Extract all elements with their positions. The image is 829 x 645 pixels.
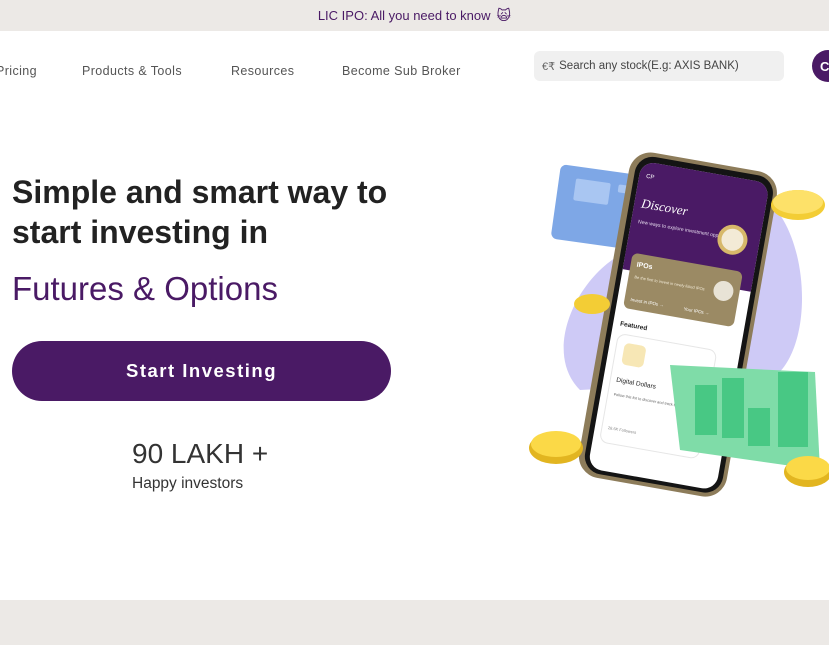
hero-illustration: CP Discover New ways to explore investme… — [529, 152, 829, 497]
nav-item-products-tools[interactable]: Products & Tools — [82, 64, 182, 78]
currency-icon: €₹ — [542, 60, 556, 73]
card-emoji-icon — [621, 343, 646, 368]
coin-icon — [574, 294, 610, 314]
start-investing-button[interactable]: Start Investing — [12, 341, 391, 401]
hero-title: Simple and smart way to start investing … — [12, 174, 388, 250]
footer-band — [0, 600, 829, 645]
search-placeholder: Search any stock(E.g: AXIS BANK) — [559, 60, 739, 72]
screaming-face-icon: 🙀 — [496, 7, 512, 23]
hero-subtitle: Futures & Options — [12, 270, 278, 307]
nav-item-become-sub-broker[interactable]: Become Sub Broker — [342, 64, 461, 78]
investor-count-label: Happy investors — [132, 475, 244, 492]
nav-item-pricing[interactable]: Pricing — [0, 64, 37, 78]
start-investing-label: Start Investing — [126, 360, 277, 381]
announcement-bar[interactable]: LIC IPO: All you need to know 🙀 — [0, 0, 829, 31]
nav-item-resources[interactable]: Resources — [231, 64, 294, 78]
search-input[interactable]: €₹ Search any stock(E.g: AXIS BANK) — [534, 51, 784, 81]
announcement-text[interactable]: LIC IPO: All you need to know — [318, 8, 491, 23]
investor-count: 90 LAKH + — [132, 438, 269, 469]
avatar-letter: C — [820, 58, 829, 74]
